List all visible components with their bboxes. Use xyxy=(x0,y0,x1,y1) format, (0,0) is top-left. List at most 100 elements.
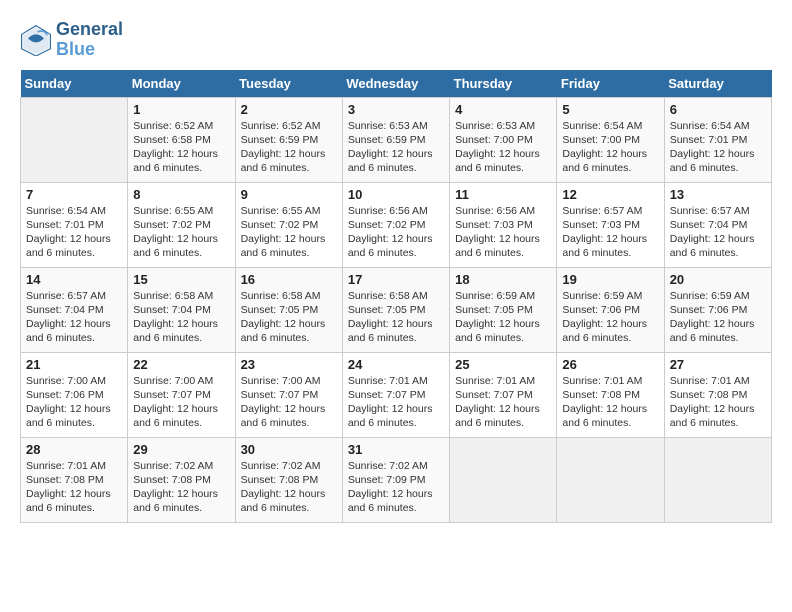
calendar-cell: 29 Sunrise: 7:02 AM Sunset: 7:08 PM Dayli… xyxy=(128,437,235,522)
day-number: 20 xyxy=(670,272,766,287)
day-number: 13 xyxy=(670,187,766,202)
cell-content: Sunrise: 6:53 AM Sunset: 6:59 PM Dayligh… xyxy=(348,119,444,176)
day-number: 17 xyxy=(348,272,444,287)
calendar-cell: 1 Sunrise: 6:52 AM Sunset: 6:58 PM Daylig… xyxy=(128,97,235,182)
calendar-cell: 6 Sunrise: 6:54 AM Sunset: 7:01 PM Daylig… xyxy=(664,97,771,182)
cell-content: Sunrise: 7:02 AM Sunset: 7:08 PM Dayligh… xyxy=(133,459,229,516)
calendar-table: SundayMondayTuesdayWednesdayThursdayFrid… xyxy=(20,70,772,523)
week-row-2: 7 Sunrise: 6:54 AM Sunset: 7:01 PM Daylig… xyxy=(21,182,772,267)
calendar-cell: 27 Sunrise: 7:01 AM Sunset: 7:08 PM Dayli… xyxy=(664,352,771,437)
day-number: 29 xyxy=(133,442,229,457)
calendar-cell: 13 Sunrise: 6:57 AM Sunset: 7:04 PM Dayli… xyxy=(664,182,771,267)
cell-content: Sunrise: 6:52 AM Sunset: 6:59 PM Dayligh… xyxy=(241,119,337,176)
day-number: 10 xyxy=(348,187,444,202)
week-row-4: 21 Sunrise: 7:00 AM Sunset: 7:06 PM Dayli… xyxy=(21,352,772,437)
cell-content: Sunrise: 6:54 AM Sunset: 7:01 PM Dayligh… xyxy=(670,119,766,176)
day-number: 31 xyxy=(348,442,444,457)
week-row-1: 1 Sunrise: 6:52 AM Sunset: 6:58 PM Daylig… xyxy=(21,97,772,182)
calendar-cell: 2 Sunrise: 6:52 AM Sunset: 6:59 PM Daylig… xyxy=(235,97,342,182)
day-number: 24 xyxy=(348,357,444,372)
day-number: 1 xyxy=(133,102,229,117)
cell-content: Sunrise: 6:52 AM Sunset: 6:58 PM Dayligh… xyxy=(133,119,229,176)
cell-content: Sunrise: 6:57 AM Sunset: 7:04 PM Dayligh… xyxy=(26,289,122,346)
cell-content: Sunrise: 7:00 AM Sunset: 7:07 PM Dayligh… xyxy=(133,374,229,431)
cell-content: Sunrise: 7:02 AM Sunset: 7:08 PM Dayligh… xyxy=(241,459,337,516)
day-number: 6 xyxy=(670,102,766,117)
day-number: 22 xyxy=(133,357,229,372)
calendar-cell: 15 Sunrise: 6:58 AM Sunset: 7:04 PM Dayli… xyxy=(128,267,235,352)
cell-content: Sunrise: 7:01 AM Sunset: 7:07 PM Dayligh… xyxy=(455,374,551,431)
header-day-monday: Monday xyxy=(128,70,235,98)
cell-content: Sunrise: 7:01 AM Sunset: 7:08 PM Dayligh… xyxy=(670,374,766,431)
day-number: 4 xyxy=(455,102,551,117)
cell-content: Sunrise: 6:57 AM Sunset: 7:03 PM Dayligh… xyxy=(562,204,658,261)
cell-content: Sunrise: 7:00 AM Sunset: 7:07 PM Dayligh… xyxy=(241,374,337,431)
cell-content: Sunrise: 7:00 AM Sunset: 7:06 PM Dayligh… xyxy=(26,374,122,431)
cell-content: Sunrise: 6:54 AM Sunset: 7:01 PM Dayligh… xyxy=(26,204,122,261)
cell-content: Sunrise: 7:01 AM Sunset: 7:08 PM Dayligh… xyxy=(562,374,658,431)
day-number: 23 xyxy=(241,357,337,372)
header-day-friday: Friday xyxy=(557,70,664,98)
cell-content: Sunrise: 6:56 AM Sunset: 7:03 PM Dayligh… xyxy=(455,204,551,261)
day-number: 30 xyxy=(241,442,337,457)
day-number: 25 xyxy=(455,357,551,372)
calendar-cell: 30 Sunrise: 7:02 AM Sunset: 7:08 PM Dayli… xyxy=(235,437,342,522)
calendar-cell: 14 Sunrise: 6:57 AM Sunset: 7:04 PM Dayli… xyxy=(21,267,128,352)
cell-content: Sunrise: 6:54 AM Sunset: 7:00 PM Dayligh… xyxy=(562,119,658,176)
calendar-cell: 24 Sunrise: 7:01 AM Sunset: 7:07 PM Dayli… xyxy=(342,352,449,437)
calendar-cell xyxy=(557,437,664,522)
header-day-tuesday: Tuesday xyxy=(235,70,342,98)
calendar-cell: 9Sunrise: 6:55 AM Sunset: 7:02 PM Daylig… xyxy=(235,182,342,267)
day-number: 18 xyxy=(455,272,551,287)
day-number: 5 xyxy=(562,102,658,117)
cell-content: Sunrise: 6:59 AM Sunset: 7:06 PM Dayligh… xyxy=(670,289,766,346)
header-row: SundayMondayTuesdayWednesdayThursdayFrid… xyxy=(21,70,772,98)
week-row-3: 14 Sunrise: 6:57 AM Sunset: 7:04 PM Dayli… xyxy=(21,267,772,352)
day-number: 7 xyxy=(26,187,122,202)
calendar-cell: 28Sunrise: 7:01 AM Sunset: 7:08 PM Dayli… xyxy=(21,437,128,522)
day-number: 21 xyxy=(26,357,122,372)
calendar-cell: 20 Sunrise: 6:59 AM Sunset: 7:06 PM Dayli… xyxy=(664,267,771,352)
logo-icon xyxy=(20,24,52,56)
week-row-5: 28Sunrise: 7:01 AM Sunset: 7:08 PM Dayli… xyxy=(21,437,772,522)
calendar-cell: 25 Sunrise: 7:01 AM Sunset: 7:07 PM Dayli… xyxy=(450,352,557,437)
cell-content: Sunrise: 6:59 AM Sunset: 7:05 PM Dayligh… xyxy=(455,289,551,346)
cell-content: Sunrise: 6:57 AM Sunset: 7:04 PM Dayligh… xyxy=(670,204,766,261)
header-day-wednesday: Wednesday xyxy=(342,70,449,98)
day-number: 14 xyxy=(26,272,122,287)
calendar-cell: 10Sunrise: 6:56 AM Sunset: 7:02 PM Dayli… xyxy=(342,182,449,267)
calendar-cell: 5 Sunrise: 6:54 AM Sunset: 7:00 PM Daylig… xyxy=(557,97,664,182)
calendar-cell: 12Sunrise: 6:57 AM Sunset: 7:03 PM Dayli… xyxy=(557,182,664,267)
calendar-cell: 22 Sunrise: 7:00 AM Sunset: 7:07 PM Dayli… xyxy=(128,352,235,437)
day-number: 3 xyxy=(348,102,444,117)
header-day-thursday: Thursday xyxy=(450,70,557,98)
calendar-cell: 23 Sunrise: 7:00 AM Sunset: 7:07 PM Dayli… xyxy=(235,352,342,437)
day-number: 15 xyxy=(133,272,229,287)
cell-content: Sunrise: 6:53 AM Sunset: 7:00 PM Dayligh… xyxy=(455,119,551,176)
day-number: 11 xyxy=(455,187,551,202)
header-day-saturday: Saturday xyxy=(664,70,771,98)
day-number: 19 xyxy=(562,272,658,287)
cell-content: Sunrise: 6:59 AM Sunset: 7:06 PM Dayligh… xyxy=(562,289,658,346)
cell-content: Sunrise: 7:02 AM Sunset: 7:09 PM Dayligh… xyxy=(348,459,444,516)
calendar-cell: 16Sunrise: 6:58 AM Sunset: 7:05 PM Dayli… xyxy=(235,267,342,352)
cell-content: Sunrise: 6:58 AM Sunset: 7:05 PM Dayligh… xyxy=(348,289,444,346)
calendar-cell xyxy=(664,437,771,522)
calendar-cell: 26Sunrise: 7:01 AM Sunset: 7:08 PM Dayli… xyxy=(557,352,664,437)
calendar-cell: 8Sunrise: 6:55 AM Sunset: 7:02 PM Daylig… xyxy=(128,182,235,267)
calendar-cell: 21 Sunrise: 7:00 AM Sunset: 7:06 PM Dayli… xyxy=(21,352,128,437)
calendar-cell xyxy=(450,437,557,522)
calendar-cell xyxy=(21,97,128,182)
logo-text: General Blue xyxy=(56,20,123,60)
page-header: General Blue xyxy=(20,20,772,60)
calendar-cell: 17 Sunrise: 6:58 AM Sunset: 7:05 PM Dayli… xyxy=(342,267,449,352)
calendar-cell: 19 Sunrise: 6:59 AM Sunset: 7:06 PM Dayli… xyxy=(557,267,664,352)
cell-content: Sunrise: 6:58 AM Sunset: 7:04 PM Dayligh… xyxy=(133,289,229,346)
cell-content: Sunrise: 6:55 AM Sunset: 7:02 PM Dayligh… xyxy=(133,204,229,261)
cell-content: Sunrise: 7:01 AM Sunset: 7:07 PM Dayligh… xyxy=(348,374,444,431)
cell-content: Sunrise: 6:55 AM Sunset: 7:02 PM Dayligh… xyxy=(241,204,337,261)
day-number: 27 xyxy=(670,357,766,372)
calendar-cell: 4 Sunrise: 6:53 AM Sunset: 7:00 PM Daylig… xyxy=(450,97,557,182)
day-number: 2 xyxy=(241,102,337,117)
calendar-cell: 31 Sunrise: 7:02 AM Sunset: 7:09 PM Dayli… xyxy=(342,437,449,522)
